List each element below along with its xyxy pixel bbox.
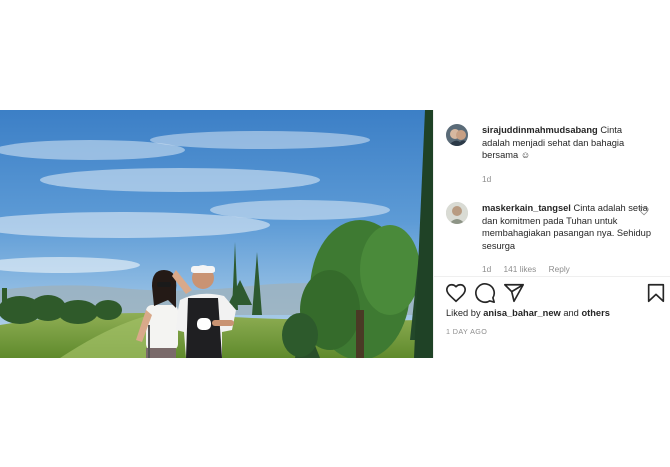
post-sidebar: sirajuddinmahmudsabang Cinta adalah menj… [433, 110, 670, 358]
liked-by-user[interactable]: anisa_bahar_new [483, 308, 561, 318]
instagram-post: sirajuddinmahmudsabang Cinta adalah menj… [0, 110, 670, 358]
comments-list: sirajuddinmahmudsabang Cinta adalah menj… [434, 110, 670, 275]
caption-username[interactable]: sirajuddinmahmudsabang [482, 125, 598, 135]
comment-age[interactable]: 1d [482, 264, 491, 274]
avatar[interactable] [446, 202, 468, 224]
post-timestamp[interactable]: 1 DAY AGO [446, 327, 487, 336]
bookmark-icon[interactable] [645, 282, 667, 304]
heart-icon[interactable] [445, 282, 467, 304]
liked-by-others[interactable]: others [581, 308, 609, 318]
comment-username[interactable]: maskerkain_tangsel [482, 203, 571, 213]
avatar[interactable] [446, 124, 468, 146]
send-icon[interactable] [503, 282, 525, 304]
divider [434, 276, 670, 277]
golf-course-photo [0, 110, 433, 358]
comment-likes[interactable]: 141 likes [504, 264, 537, 274]
liked-by-connector: and [563, 308, 579, 318]
comment-icon[interactable] [474, 282, 496, 304]
caption-age[interactable]: 1d [482, 174, 491, 184]
reply-button[interactable]: Reply [549, 264, 570, 274]
heart-icon[interactable] [639, 206, 649, 216]
post-photo[interactable] [0, 110, 433, 358]
liked-by: Liked by anisa_bahar_new and others [446, 308, 610, 318]
post-actions [445, 282, 667, 306]
liked-by-prefix: Liked by [446, 308, 481, 318]
